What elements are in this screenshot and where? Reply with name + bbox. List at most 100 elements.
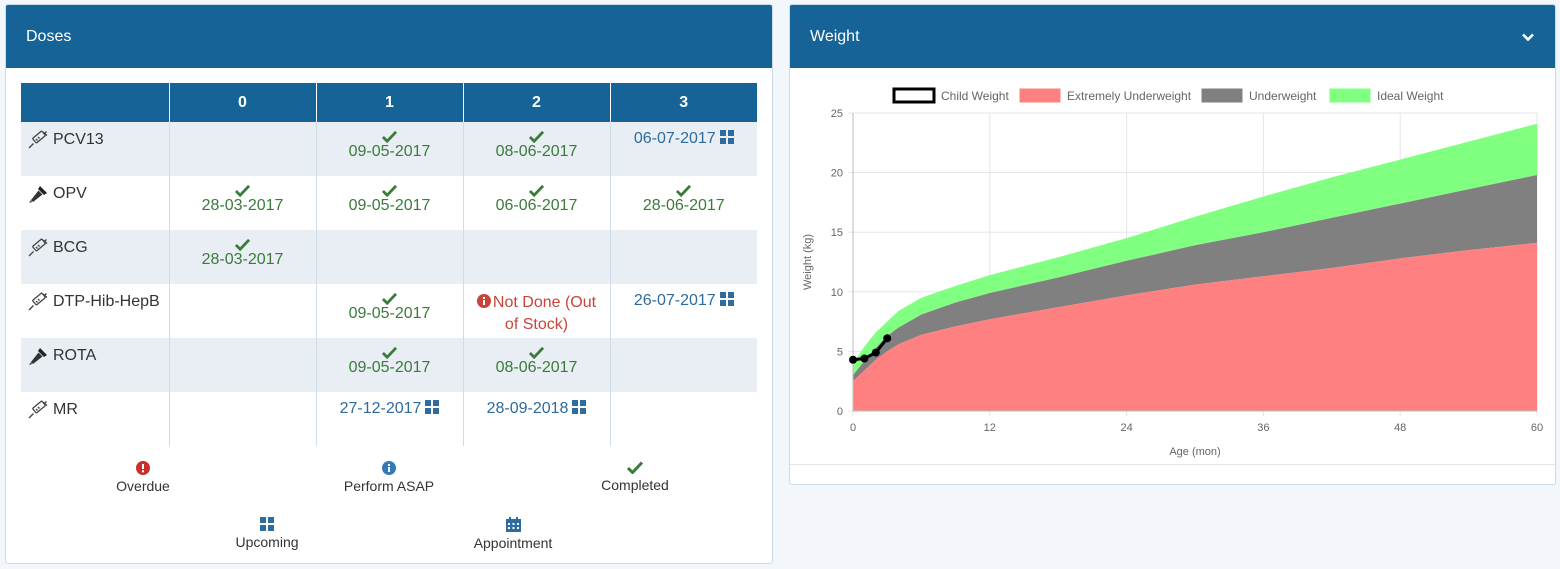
dose-date: 06-06-2017 [495,197,578,214]
dose-cell[interactable]: Not Done (Out of Stock) [463,284,611,338]
dose-cell [316,230,464,284]
child-weight-point [871,348,880,357]
vaccine-name: BCG [53,239,88,257]
column-header-1: 1 [316,83,464,122]
weight-panel-title: Weight [810,27,860,45]
dose-date: 09-05-2017 [348,197,431,214]
dose-cell [463,230,611,284]
weight-chart-svg: 0 12 24 36 48 60 0 5 10 15 20 25 Age (mon) Weight (kg… [802,87,1543,458]
legend-appointment-label: Appointment [473,535,553,551]
dose-cell[interactable]: 08-06-2017 [463,338,611,392]
completed-dose[interactable]: 09-05-2017 [317,292,463,323]
weight-panel-heading[interactable]: Weight [790,5,1555,68]
dose-cell[interactable]: 27-12-2017 [316,392,464,446]
dose-cell [610,392,757,446]
dose-cell[interactable]: 28-09-2018 [463,392,611,446]
y-tick-label: 15 [831,227,843,239]
dose-cell[interactable]: 06-07-2017 [610,122,757,176]
legend-underweight-label: Underweight [1249,89,1317,103]
syringe-icon [27,292,49,312]
vaccine-name-cell: OPV [21,176,170,230]
check-icon [382,292,397,305]
legend-child-weight-swatch [892,87,936,104]
completed-dose[interactable]: 09-05-2017 [317,184,463,215]
dose-cell[interactable]: 09-05-2017 [316,338,464,392]
child-weight-point [860,354,869,363]
legend-completed: Completed [555,461,715,493]
vaccine-name: OPV [53,185,87,203]
dose-cell[interactable]: 28-06-2017 [610,176,757,230]
weight-panel: Weight 0 12 24 36 48 60 0 5 10 15 20 25 Age (mon) Wei… [789,4,1556,485]
legend-overdue: Overdue [63,461,223,494]
dose-cell[interactable]: 09-05-2017 [316,122,464,176]
upcoming-dose[interactable]: 06-07-2017 [611,130,758,148]
check-icon [529,346,544,359]
completed-dose[interactable]: 28-03-2017 [170,238,316,269]
check-icon [382,130,397,143]
upcoming-dose[interactable]: 26-07-2017 [611,292,758,310]
dose-cell[interactable]: 09-05-2017 [316,284,464,338]
vaccine-name-cell: DTP-Hib-HepB [21,284,170,338]
vaccine-name-cell: ROTA [21,338,170,392]
dose-cell[interactable]: 09-05-2017 [316,176,464,230]
check-icon [382,346,397,359]
exclamation-circle-icon [136,461,150,475]
dose-cell [169,392,317,446]
dose-date: 09-05-2017 [348,305,431,322]
completed-dose[interactable]: 06-06-2017 [464,184,610,215]
y-tick-label: 10 [831,287,843,299]
table-row: DTP-Hib-HepB 09-05-2017 Not Done (Out of S… [21,284,757,338]
table-row: PCV13 09-05-2017 08-06-2017 06-07-2017 [21,122,757,176]
dose-date: 28-03-2017 [201,197,284,214]
completed-dose[interactable]: 28-06-2017 [611,184,758,215]
th-large-icon [719,130,734,144]
syringe-icon [27,400,49,420]
x-tick-label: 48 [1394,422,1406,434]
upcoming-dose[interactable]: 27-12-2017 [317,400,463,418]
dose-date: 27-12-2017 [339,400,422,417]
vaccine-name-cell: PCV13 [21,122,170,176]
dose-date: 26-07-2017 [633,292,716,309]
completed-dose[interactable]: 09-05-2017 [317,130,463,161]
legend-completed-label: Completed [601,477,669,493]
completed-dose[interactable]: 09-05-2017 [317,346,463,377]
dose-cell[interactable]: 26-07-2017 [610,284,757,338]
chevron-down-icon[interactable] [1521,30,1535,44]
upcoming-dose[interactable]: 28-09-2018 [464,400,610,418]
legend-appointment: Appointment [433,517,593,551]
completed-dose[interactable]: 28-03-2017 [170,184,316,215]
legend-upcoming: Upcoming [187,517,347,550]
legend-extremely-underweight-label: Extremely Underweight [1067,89,1192,103]
vaccine-name: MR [53,401,78,419]
legend-perform-asap-label: Perform ASAP [343,478,435,494]
legend-underweight-swatch [1201,88,1243,103]
legend-extremely-underweight-swatch [1019,88,1061,103]
dose-cell[interactable]: 28-03-2017 [169,176,317,230]
y-tick-label: 25 [831,108,843,120]
y-axis-title: Weight (kg) [802,234,814,290]
not-done-dose[interactable]: Not Done (Out of Stock) [464,292,610,336]
dose-date: 28-09-2018 [486,400,569,417]
weight-chart: 0 12 24 36 48 60 0 5 10 15 20 25 Age (mon) Weight (kg… [790,69,1555,465]
dose-cell[interactable]: 28-03-2017 [169,230,317,284]
check-icon [235,184,250,197]
completed-dose[interactable]: 08-06-2017 [464,346,610,377]
dose-cell[interactable]: 06-06-2017 [463,176,611,230]
exclamation-circle-icon [476,294,491,308]
dose-cell [169,338,317,392]
legend-ideal-weight-label: Ideal Weight [1377,89,1444,103]
column-header-3: 3 [610,83,757,122]
check-icon [627,461,643,474]
table-row: ROTA 09-05-2017 08-06-2017 [21,338,757,392]
column-header-vaccine [21,83,170,122]
completed-dose[interactable]: 08-06-2017 [464,130,610,161]
dose-date: 06-07-2017 [633,130,716,147]
legend-upcoming-label: Upcoming [235,534,299,550]
calendar-icon [505,517,521,532]
column-header-0: 0 [169,83,317,122]
doses-panel: Doses 0123 PCV13 09-05-2017 08-06-2017 06-0… [5,4,773,564]
vaccine-name-cell: MR [21,392,170,446]
y-tick-label: 0 [837,406,843,418]
dose-cell[interactable]: 08-06-2017 [463,122,611,176]
doses-table: 0123 PCV13 09-05-2017 08-06-2017 06-07-2017… [21,83,757,446]
